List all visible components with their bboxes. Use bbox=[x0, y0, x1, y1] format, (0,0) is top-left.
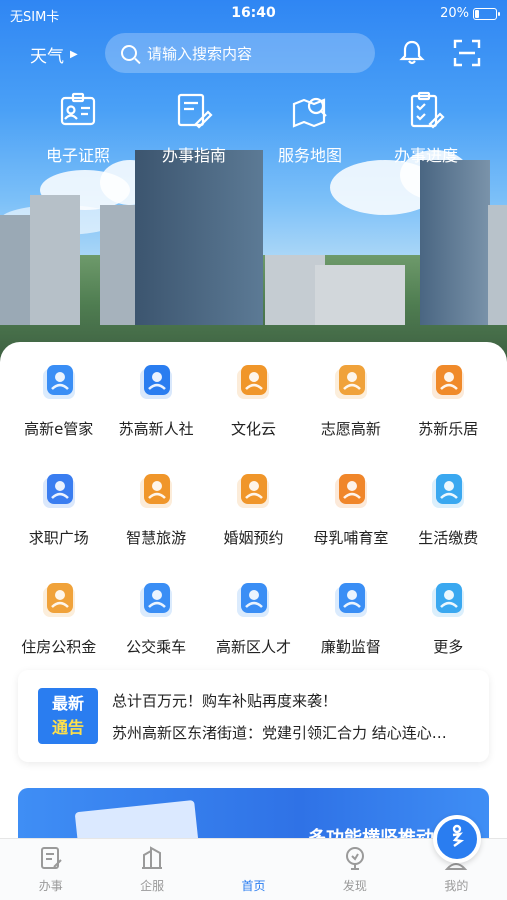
quick-item-label: 办事进度 bbox=[393, 146, 458, 165]
service-grid: 高新e管家 苏高新人社 文化云 志愿高新 苏新乐居求职广场 智慧旅游 婚姻预约 母乳哺育室 生活… bbox=[0, 360, 507, 657]
notice-badge: 最新 通告 bbox=[38, 688, 98, 744]
tab-home[interactable]: 首页 bbox=[203, 815, 481, 900]
quick-services: 电子证照 办事指南 服务地图 办事进度 bbox=[0, 90, 507, 166]
quick-item-progress[interactable]: 办事进度 bbox=[368, 90, 484, 166]
service-item-13[interactable]: 廉勤监督 bbox=[302, 578, 399, 657]
job-icon bbox=[36, 469, 82, 515]
service-label: 求职广场 bbox=[28, 529, 89, 547]
nursing-icon bbox=[328, 469, 374, 515]
service-item-12[interactable]: 高新区人才 bbox=[205, 578, 302, 657]
cablecar-icon bbox=[133, 469, 179, 515]
weather-label: 天气 bbox=[30, 47, 64, 67]
service-label: 苏新乐居 bbox=[418, 420, 479, 438]
quick-item-label: 服务地图 bbox=[277, 146, 342, 165]
search-icon bbox=[121, 45, 137, 61]
tab-label: 发现 bbox=[342, 879, 367, 893]
service-label: 苏高新人社 bbox=[118, 420, 194, 438]
status-bar: 无SIM卡 16:40 20% bbox=[0, 0, 507, 28]
service-item-4[interactable]: 苏新乐居 bbox=[400, 360, 497, 439]
service-label: 母乳哺育室 bbox=[313, 529, 389, 547]
steward-icon bbox=[36, 360, 82, 406]
service-label: 高新e管家 bbox=[24, 420, 94, 438]
service-label: 智慧旅游 bbox=[126, 529, 187, 547]
clock: 16:40 bbox=[231, 5, 276, 21]
service-label: 公交乘车 bbox=[126, 638, 187, 656]
service-label: 婚姻预约 bbox=[223, 529, 284, 547]
quick-item-guide[interactable]: 办事指南 bbox=[136, 90, 252, 166]
tab-label: 首页 bbox=[241, 879, 266, 893]
volunteer-icon bbox=[328, 360, 374, 406]
tab-discover[interactable]: 发现 bbox=[304, 839, 405, 900]
bell-icon[interactable] bbox=[398, 38, 426, 70]
service-label: 住房公积金 bbox=[21, 638, 97, 656]
scan-icon[interactable] bbox=[452, 38, 482, 72]
id-card-icon bbox=[60, 92, 96, 126]
badge-top: 最新 bbox=[51, 694, 84, 713]
tab-label: 办事 bbox=[38, 879, 63, 893]
talent-icon bbox=[230, 578, 276, 624]
guide-icon bbox=[177, 93, 213, 129]
payment-icon bbox=[425, 469, 471, 515]
service-item-5[interactable]: 求职广场 bbox=[10, 469, 107, 548]
service-panel: 高新e管家 苏高新人社 文化云 志愿高新 苏新乐居求职广场 智慧旅游 婚姻预约 母乳哺育室 生活… bbox=[0, 342, 507, 862]
weather-button[interactable]: 天气 ▶ bbox=[30, 42, 78, 67]
supervision-icon bbox=[328, 578, 374, 624]
social-icon bbox=[133, 360, 179, 406]
notice-line-2[interactable]: 苏州高新区东渚街道：党建引领汇合力 结心连心同筑梦 bbox=[112, 722, 452, 743]
tab-tasks[interactable]: 办事 bbox=[0, 839, 101, 900]
service-item-10[interactable]: 住房公积金 bbox=[10, 578, 107, 657]
tab-bar: 办事 企服 首页 发现 我的 bbox=[0, 815, 507, 900]
service-label: 生活缴费 bbox=[418, 529, 479, 547]
caret-right-icon: ▶ bbox=[70, 49, 78, 60]
search-placeholder: 请输入搜索内容 bbox=[147, 44, 253, 63]
service-item-2[interactable]: 文化云 bbox=[205, 360, 302, 439]
service-item-0[interactable]: 高新e管家 bbox=[10, 360, 107, 439]
service-label: 志愿高新 bbox=[320, 420, 381, 438]
house-icon bbox=[425, 360, 471, 406]
tab-label: 我的 bbox=[444, 879, 469, 893]
top-bar: 天气 ▶ 请输入搜索内容 bbox=[0, 32, 507, 74]
service-item-8[interactable]: 母乳哺育室 bbox=[302, 469, 399, 548]
notice-card[interactable]: 最新 通告 总计百万元！购车补贴再度来袭！ 苏州高新区东渚街道：党建引领汇合力 … bbox=[18, 670, 489, 762]
service-item-7[interactable]: 婚姻预约 bbox=[205, 469, 302, 548]
tab-enterprise[interactable]: 企服 bbox=[101, 839, 202, 900]
discover-icon bbox=[345, 847, 364, 870]
home-icon bbox=[432, 815, 481, 863]
map-search-icon bbox=[292, 97, 327, 128]
quick-item-label: 办事指南 bbox=[161, 146, 226, 165]
battery-icon bbox=[473, 7, 500, 20]
notice-line-1[interactable]: 总计百万元！购车补贴再度来袭！ bbox=[112, 690, 337, 711]
service-label: 文化云 bbox=[230, 420, 276, 438]
tasks-icon bbox=[40, 847, 62, 869]
progress-icon bbox=[410, 91, 445, 129]
service-item-9[interactable]: 生活缴费 bbox=[400, 469, 497, 548]
bus-icon bbox=[133, 578, 179, 624]
quick-item-map[interactable]: 服务地图 bbox=[252, 90, 368, 166]
service-label: 廉勤监督 bbox=[320, 638, 381, 656]
service-label: 更多 bbox=[433, 638, 464, 656]
enterprise-icon bbox=[142, 846, 163, 869]
marriage-icon bbox=[230, 469, 276, 515]
service-item-6[interactable]: 智慧旅游 bbox=[107, 469, 204, 548]
more-icon bbox=[425, 578, 471, 624]
battery-percent: 20% bbox=[440, 6, 469, 21]
fund-icon bbox=[36, 578, 82, 624]
search-input[interactable]: 请输入搜索内容 bbox=[105, 33, 375, 73]
tab-label: 企服 bbox=[140, 879, 165, 893]
badge-bottom: 通告 bbox=[51, 718, 84, 737]
quick-item-id-card[interactable]: 电子证照 bbox=[20, 90, 136, 166]
service-label: 高新区人才 bbox=[215, 638, 291, 656]
service-item-3[interactable]: 志愿高新 bbox=[302, 360, 399, 439]
service-item-11[interactable]: 公交乘车 bbox=[107, 578, 204, 657]
quick-item-label: 电子证照 bbox=[45, 146, 110, 165]
culture-icon bbox=[230, 360, 276, 406]
service-item-14[interactable]: 更多 bbox=[400, 578, 497, 657]
service-item-1[interactable]: 苏高新人社 bbox=[107, 360, 204, 439]
